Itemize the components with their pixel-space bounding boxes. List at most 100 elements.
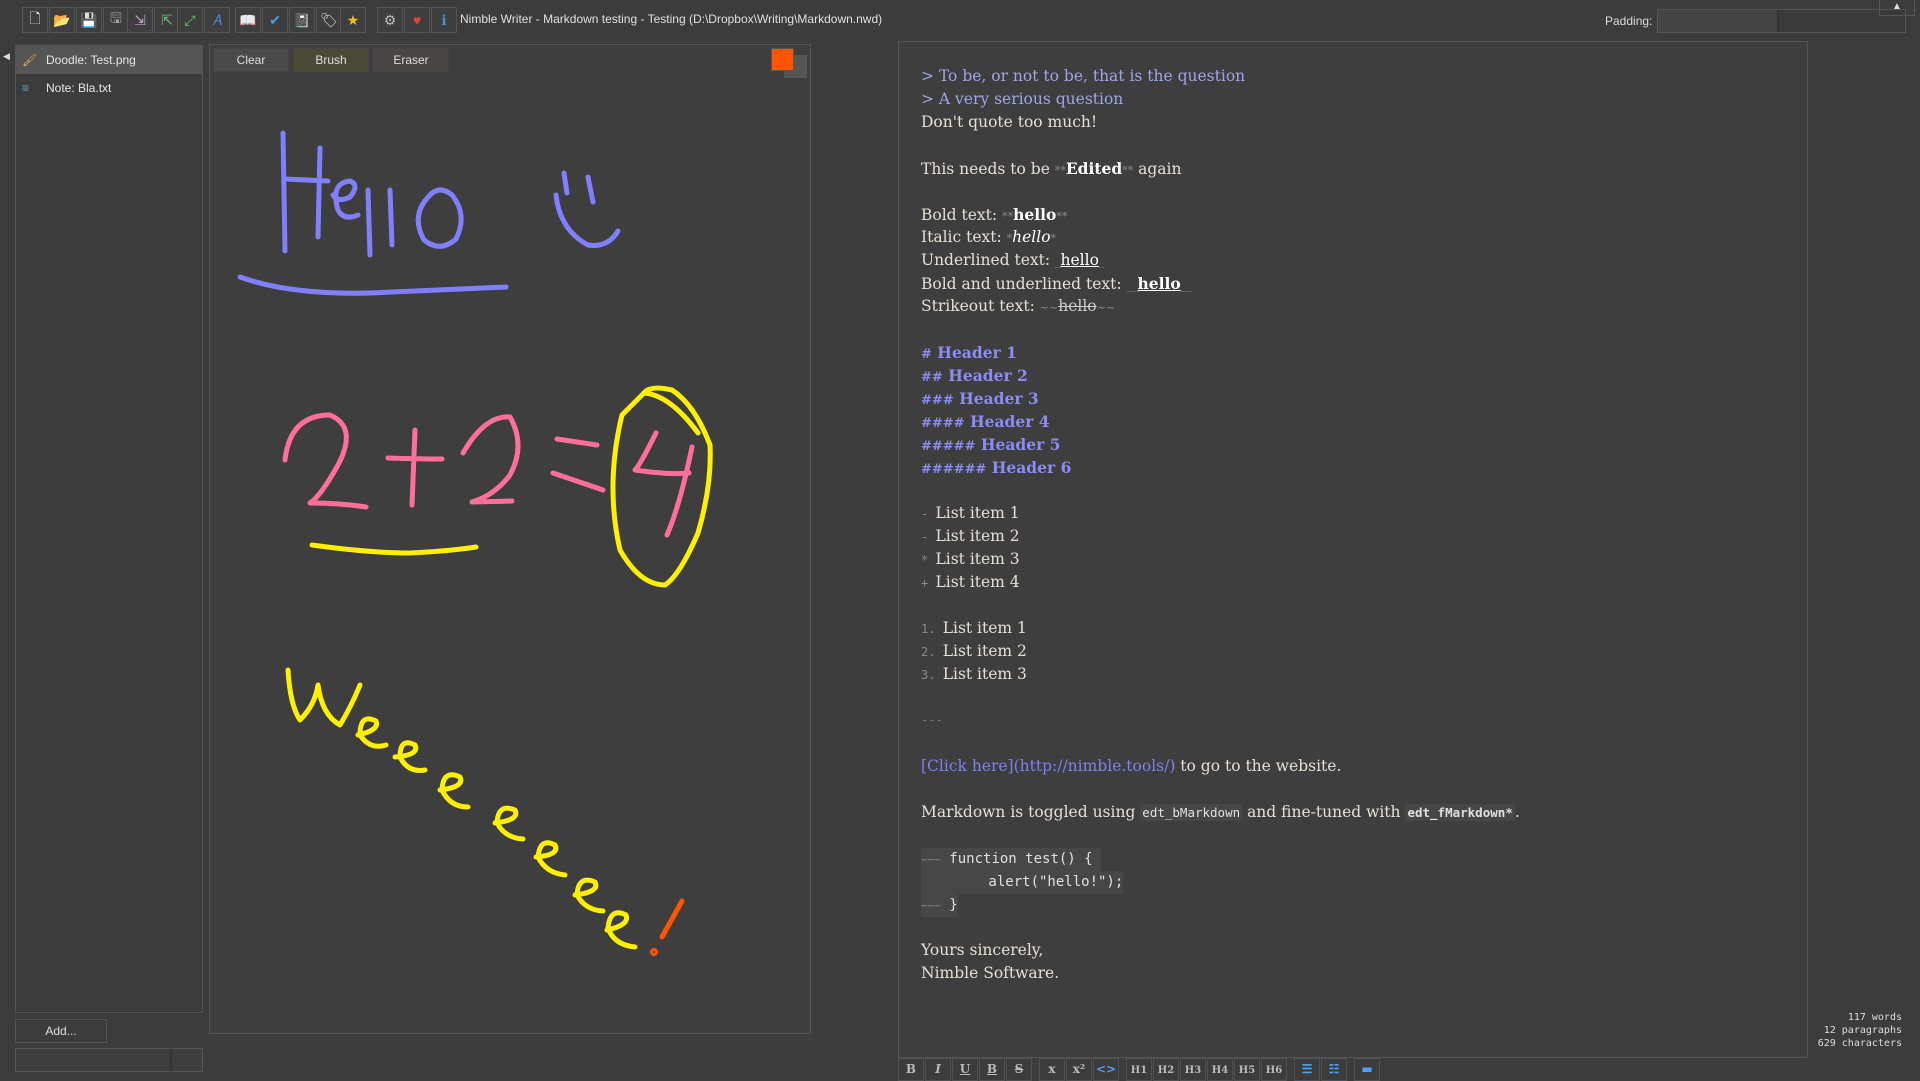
notebook-button[interactable]: 📓 bbox=[289, 7, 315, 33]
collapse-toolbar-button[interactable]: ▲ bbox=[1879, 0, 1915, 16]
text-span: * bbox=[1050, 232, 1057, 245]
book-button[interactable]: 📖 bbox=[235, 7, 261, 33]
format-toolbar: B I U B Sx x² <> H1 H2 H3 H4 H5 H6 ☰ ☷ ▬ bbox=[898, 1058, 1387, 1081]
superscript-icon: x² bbox=[1072, 1062, 1086, 1076]
horizontal-rule-button[interactable]: ▬ bbox=[1354, 1058, 1380, 1081]
numbered-list-button[interactable]: ☷ bbox=[1321, 1058, 1347, 1081]
text-span: Header 4 bbox=[964, 412, 1050, 431]
text-span: List item 2 bbox=[935, 527, 1020, 545]
text-span: __ bbox=[1126, 279, 1138, 292]
bold-underline-button[interactable]: B bbox=[979, 1058, 1005, 1081]
h1-icon: H1 bbox=[1130, 1065, 1148, 1076]
text-span: Bold text: bbox=[921, 206, 1003, 224]
h3-button[interactable]: H3 bbox=[1180, 1058, 1206, 1081]
italic-button[interactable]: I bbox=[925, 1058, 951, 1081]
doodle-canvas[interactable] bbox=[210, 45, 810, 1033]
text-span: alert("hello!"); bbox=[921, 871, 1124, 894]
open-folder-button[interactable]: 📂 bbox=[49, 7, 75, 33]
code-block-line: ~~~ function test() { bbox=[921, 847, 1520, 871]
text-span: #### bbox=[921, 416, 965, 431]
sidebar-item-label: Note: Bla.txt bbox=[46, 81, 112, 95]
markdown-editor[interactable]: > To be, or not to be, that is the quest… bbox=[898, 41, 1808, 1058]
sidebar-item-note[interactable]: ≡ Note: Bla.txt bbox=[16, 74, 202, 102]
chevron-up-icon: ▲ bbox=[1892, 1, 1902, 12]
new-file-button[interactable]: 🗋 bbox=[22, 7, 48, 33]
text-span: List item 3 bbox=[935, 550, 1020, 568]
h4-button[interactable]: H4 bbox=[1207, 1058, 1233, 1081]
heart-button[interactable]: ♥ bbox=[404, 7, 430, 33]
brush-button[interactable]: Brush bbox=[293, 48, 369, 72]
sidebar-bottom-field[interactable] bbox=[15, 1048, 203, 1072]
text-span: ** bbox=[1056, 210, 1068, 223]
h5-button[interactable]: H5 bbox=[1234, 1058, 1260, 1081]
doodle-tools: Clear Brush Eraser bbox=[213, 48, 453, 72]
collapse-sidebar-icon[interactable]: ◀ bbox=[3, 51, 10, 62]
text-span: * bbox=[921, 553, 936, 567]
signature-line: Nimble Software. bbox=[921, 964, 1060, 982]
open-folder-icon: 📂 bbox=[53, 11, 71, 28]
text-span: ##### bbox=[921, 439, 976, 454]
info-button[interactable]: ℹ bbox=[431, 7, 457, 33]
text-span: ~~~ function test() { bbox=[921, 848, 1102, 871]
sidebar-item-doodle[interactable]: 🖌 Doodle: Test.png bbox=[16, 46, 202, 74]
h2-button[interactable]: H2 bbox=[1153, 1058, 1179, 1081]
paragraph-line: Don't quote too much! bbox=[921, 113, 1098, 131]
clear-button[interactable]: Clear bbox=[213, 48, 289, 72]
gear-button[interactable]: ⚙ bbox=[377, 7, 403, 33]
paragraph-line: This needs to be **Edited** again bbox=[921, 157, 1520, 180]
subscript-button[interactable]: x bbox=[1039, 1058, 1065, 1081]
stroke-hello bbox=[237, 130, 621, 296]
strikethrough-button[interactable]: S bbox=[1006, 1058, 1032, 1081]
spellcheck-button[interactable]: ✔ bbox=[262, 7, 288, 33]
star-button[interactable]: ★ bbox=[340, 7, 366, 33]
text-span: ** bbox=[1002, 210, 1014, 223]
add-button[interactable]: Add... bbox=[15, 1019, 107, 1043]
text-span: List item 1 bbox=[942, 619, 1027, 637]
text-span: hello bbox=[1060, 251, 1099, 269]
code-block-line: alert("hello!"); bbox=[921, 870, 1520, 894]
save-button[interactable]: 💾 bbox=[76, 7, 102, 33]
text-span: . bbox=[1514, 803, 1520, 821]
paragraph-count: 12 paragraphs bbox=[1823, 1025, 1902, 1036]
document-text[interactable]: > To be, or not to be, that is the quest… bbox=[921, 65, 1520, 985]
italic-icon: I bbox=[935, 1062, 941, 1076]
text-span: ~~~ } bbox=[921, 894, 958, 917]
text-span: + bbox=[921, 576, 936, 590]
save-all-button[interactable]: 🖫 bbox=[103, 7, 129, 33]
signature-line: Yours sincerely, bbox=[921, 941, 1044, 959]
website-link[interactable]: [Click here](http://nimble.tools/) bbox=[921, 757, 1175, 775]
text-span: 3. bbox=[921, 668, 943, 682]
text-span: Header 3 bbox=[953, 389, 1039, 408]
header-line: ###### Header 6 bbox=[921, 456, 1520, 479]
padding-slider[interactable] bbox=[1657, 9, 1906, 33]
h6-button[interactable]: H6 bbox=[1261, 1058, 1287, 1081]
book-icon: 📖 bbox=[239, 11, 257, 28]
text-span: To be, or not to be, that is the questio… bbox=[938, 67, 1246, 85]
info-icon: ℹ bbox=[441, 11, 447, 28]
sidebar: 🖌 Doodle: Test.png ≡ Note: Bla.txt bbox=[15, 45, 203, 1013]
text-span: ~~ bbox=[1096, 301, 1116, 314]
h6-icon: H6 bbox=[1265, 1065, 1283, 1076]
text-span: edt_bMarkdown bbox=[1140, 804, 1243, 821]
h1-button[interactable]: H1 bbox=[1126, 1058, 1152, 1081]
bold-button[interactable]: B bbox=[898, 1058, 924, 1081]
text-span: hello bbox=[1058, 297, 1097, 315]
window-title: Nimble Writer - Markdown testing - Testi… bbox=[460, 12, 883, 26]
import-button[interactable]: ⇲ bbox=[127, 7, 153, 33]
foreground-color-swatch[interactable] bbox=[771, 48, 794, 71]
code-button[interactable]: <> bbox=[1093, 1058, 1119, 1081]
superscript-button[interactable]: x² bbox=[1066, 1058, 1092, 1081]
tag-button[interactable]: 🏷 bbox=[316, 7, 342, 33]
fullscreen-button[interactable]: ⤢ bbox=[177, 7, 203, 33]
bullet-list-button[interactable]: ☰ bbox=[1294, 1058, 1320, 1081]
underline-button[interactable]: U bbox=[952, 1058, 978, 1081]
text-span: - bbox=[921, 507, 936, 521]
font-button[interactable]: 𝐴 bbox=[204, 7, 230, 33]
text-span: ### bbox=[921, 393, 954, 408]
eraser-button[interactable]: Eraser bbox=[373, 48, 449, 72]
